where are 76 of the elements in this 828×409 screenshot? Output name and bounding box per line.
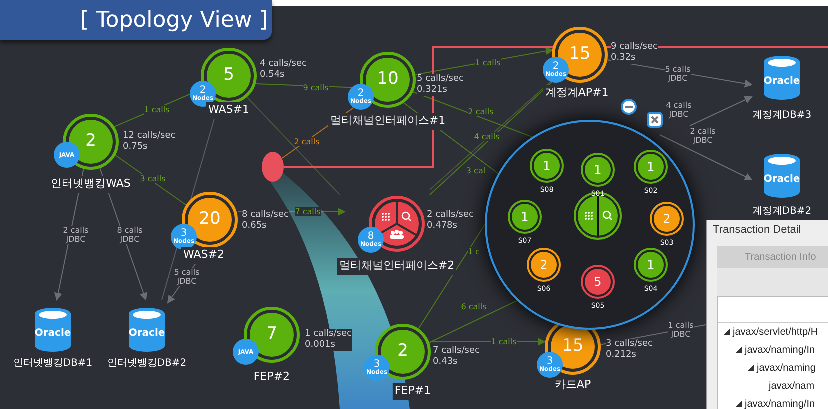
edge-label: 2 calls JDBC	[63, 226, 89, 244]
database-label: 인터넷뱅킹DB#1	[13, 357, 93, 371]
node-count: 2	[358, 89, 364, 99]
close-icon	[651, 116, 659, 124]
tree-item[interactable]: javax/servlet/http/H	[733, 324, 818, 340]
node-count: 3	[180, 229, 188, 239]
node-stat: 1 calls/sec	[305, 329, 352, 340]
tree-item[interactable]: javax/nam	[769, 378, 815, 394]
panel-title: Transaction Detail	[712, 222, 802, 238]
node-stat: 0.212s	[606, 350, 638, 361]
node-stat: 2 calls/sec	[427, 210, 474, 221]
node-label: WAS#1	[206, 102, 252, 118]
node-stat: 0.001s	[305, 340, 336, 351]
node-stat: 0.75s	[123, 142, 149, 153]
edge-label: 1 calls	[475, 58, 501, 68]
banner-title: [ Topology View ]	[80, 6, 268, 34]
database-icon[interactable]	[35, 308, 71, 352]
node-stat: 0.65s	[242, 221, 268, 232]
edge-label: 2 calls	[468, 108, 494, 116]
edge-label: 5 calls JDBC	[665, 65, 691, 83]
edge-label: 1 c	[468, 248, 480, 256]
edge-label: 1 calls	[144, 106, 170, 114]
edge-label: 5 calls JDBC	[174, 268, 200, 286]
node-count: 3	[374, 360, 380, 370]
split-node-drawing	[578, 196, 618, 236]
node-stat: 3 calls/sec	[606, 339, 653, 350]
edge-label: 6 calls	[461, 302, 487, 312]
database-logo: Oracle	[128, 327, 166, 341]
node-stat: 9 calls/sec	[611, 42, 658, 53]
tree-item[interactable]: javax/naming/In	[745, 396, 816, 409]
database-label: 계정계DB#3	[752, 109, 812, 123]
connector-line	[690, 96, 753, 126]
node-stat: 0.321s	[417, 85, 448, 96]
database-label: 인터넷뱅킹DB#2	[107, 357, 187, 371]
edge-label: 9 calls	[303, 84, 329, 92]
database-icon[interactable]	[764, 154, 800, 198]
edge-label: 2 calls	[294, 138, 320, 146]
node-stat: 12 calls/sec	[123, 131, 176, 142]
node-stat: 5 calls/sec	[417, 74, 464, 85]
expand-toggle-icon[interactable]	[736, 347, 742, 353]
node-label: 멀티채널인터페이스#1	[328, 113, 448, 130]
node-stat: 0.43s	[433, 357, 459, 368]
database-logo: Oracle	[34, 327, 72, 341]
edge-label: 4 calls JDBC	[666, 101, 692, 119]
node-label: 멀티채널인터페이스#2	[337, 258, 457, 274]
collapse-button[interactable]	[621, 99, 637, 115]
close-button[interactable]	[647, 112, 663, 128]
tab[interactable]: Transaction Info	[717, 246, 828, 268]
database-icon[interactable]	[764, 56, 800, 100]
tree-item[interactable]: javax/naming/In	[745, 342, 816, 358]
edge-label: 1 calls	[491, 338, 517, 346]
database-logo: Oracle	[764, 75, 800, 89]
node-count: 2	[552, 62, 560, 72]
expand-toggle-icon[interactable]	[724, 329, 730, 335]
edge-label: 8 calls JDBC	[117, 226, 143, 244]
node-stat: 4 calls/sec	[260, 59, 307, 70]
node-label: 인터넷뱅킹WAS	[49, 176, 133, 192]
expand-toggle-icon[interactable]	[736, 401, 742, 407]
edge-label: 7 calls	[295, 208, 321, 216]
node-stat: 0.54s	[260, 70, 286, 81]
edge-label: 3 calls	[140, 174, 166, 184]
marker-oval[interactable]	[262, 152, 284, 182]
node-stat: 0.32s	[611, 53, 637, 64]
tree-item[interactable]: javax/naming	[757, 360, 816, 376]
expand-toggle-icon[interactable]	[748, 365, 754, 371]
node-count: 8	[368, 232, 374, 242]
node-count: 3	[546, 357, 554, 367]
database-logo: Oracle	[764, 173, 800, 187]
node-stat: 8 calls/sec	[242, 210, 289, 221]
node-label: WAS#2	[182, 247, 226, 264]
node-count: 2	[200, 86, 206, 96]
database-label: 계정계DB#2	[752, 205, 812, 219]
edge-label: 3 cal	[466, 166, 486, 176]
node-stat: 7 calls/sec	[433, 346, 480, 357]
database-icon[interactable]	[129, 308, 165, 352]
node-stat: 0.478s	[427, 221, 458, 232]
